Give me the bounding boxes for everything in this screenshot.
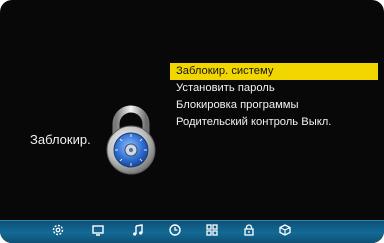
lock-icon[interactable] [242,223,256,237]
menu-item-program-block[interactable]: Блокировка программы [170,97,378,114]
tv-osd-screen: Заблокир. Заблокир. систему Установить п… [0,0,384,243]
picture-icon[interactable] [91,223,105,237]
menu-title: Заблокир. [30,132,91,147]
time-icon[interactable] [168,223,182,237]
menu-item-parental-control[interactable]: Родительский контроль Выкл. [170,114,378,131]
padlock-icon [106,105,156,175]
bottom-nav-bar [0,220,384,243]
menu-item-set-password[interactable]: Установить пароль [170,80,378,97]
sound-icon[interactable] [131,223,145,237]
option-icon[interactable] [205,223,219,237]
menu-item-lock-system[interactable]: Заблокир. систему [170,63,378,80]
channel-icon[interactable] [278,223,292,237]
lock-menu-list: Заблокир. систему Установить пароль Блок… [170,63,378,131]
settings-icon[interactable] [51,223,65,237]
